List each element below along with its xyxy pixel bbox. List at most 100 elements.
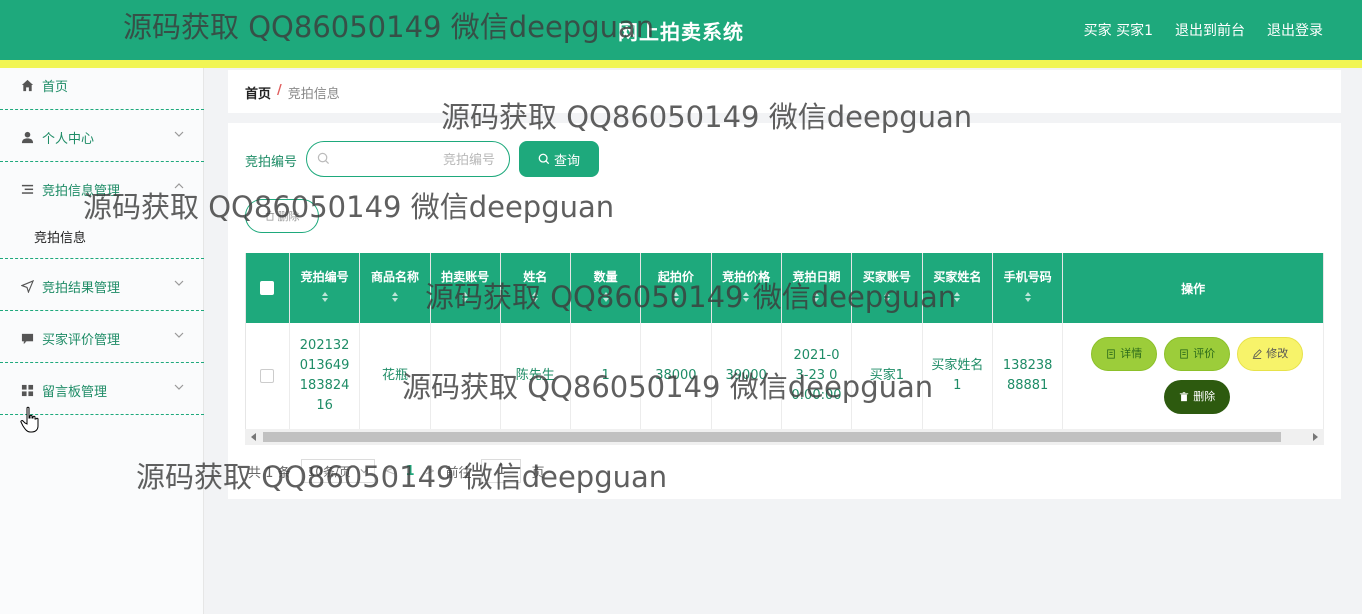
rate-button-label: 评价 [1193,347,1216,360]
header-links: 买家 买家1 退出到前台 退出登录 [1084,20,1323,40]
home-icon [20,78,34,92]
cell-bid-date: 2021-03-23 00:00:00 [781,323,853,429]
cell-seller-account [430,323,501,429]
row-checkbox[interactable] [260,368,275,383]
query-button[interactable]: 查询 [519,141,599,177]
breadcrumb-separator: / [277,83,282,98]
sidebar-item-home[interactable]: 首页 [0,65,204,105]
sort-icon[interactable] [461,291,469,303]
goto-label: 前往 [445,465,472,481]
sidebar-item-auction-info-mgmt[interactable]: 竞拍信息管理 [0,169,204,209]
search-icon [317,152,330,165]
header-stripe [0,60,1362,68]
chevron-down-icon [174,332,184,338]
sort-icon[interactable] [953,291,961,303]
sort-icon[interactable] [391,291,399,303]
goto-page-input[interactable]: 1 [481,459,522,483]
sort-icon[interactable] [672,291,680,303]
goto-suffix: 页 [531,465,545,481]
cell-buyer-name: 买家姓名1 [922,323,994,429]
column-header[interactable]: 竞拍日期 [781,253,853,323]
scroll-right-arrow[interactable] [1313,433,1318,441]
search-input[interactable] [335,148,495,170]
sidebar-item-personal-center[interactable]: 个人中心 [0,117,204,157]
column-header-actions: 操作 [1062,253,1324,323]
sidebar-item-buyer-review-mgmt[interactable]: 买家评价管理 [0,318,204,358]
sort-icon[interactable] [883,291,891,303]
sidebar-subitem-auction-info[interactable]: 竞拍信息 [34,227,86,246]
column-header[interactable]: 数量 [570,253,642,323]
breadcrumb-home[interactable]: 首页 [245,83,271,102]
sort-icon[interactable] [742,291,750,303]
cell-bid-price: 39000 [711,323,782,429]
pagination-total: 共 1 条 [248,465,291,481]
column-header[interactable]: 手机号码 [992,253,1064,323]
sort-icon[interactable] [531,291,539,303]
chevron-up-icon [174,183,184,189]
sort-icon[interactable] [1024,291,1032,303]
menu-divider [0,258,204,259]
trash-icon [1180,392,1189,402]
scroll-left-arrow[interactable] [251,433,256,441]
edit-button-label: 修改 [1266,347,1289,360]
column-header[interactable]: 竞拍价格 [711,253,782,323]
chevron-down-icon [174,280,184,286]
search-icon [538,153,550,165]
logout-link[interactable]: 退出登录 [1267,20,1323,40]
batch-delete-button[interactable]: 删除 [245,199,319,233]
detail-button[interactable]: 详情 [1091,337,1158,371]
sidebar-item-message-board-mgmt[interactable]: 留言板管理 [0,370,204,410]
cell-buyer-account: 买家1 [851,323,923,429]
column-header[interactable]: 姓名 [500,253,572,323]
scrollbar-thumb[interactable] [263,432,1281,442]
cell-start-price: 38000 [640,323,712,429]
comment-icon [20,331,34,345]
data-table: 竞拍编号 商品名称 拍卖账号 姓名 数量 起拍价 竞拍价格 竞拍日期 买家账号 … [245,253,1324,429]
prev-page-button[interactable]: < [385,464,396,479]
horizontal-scrollbar[interactable] [245,429,1324,445]
current-user-label[interactable]: 买家 买家1 [1084,20,1153,40]
cell-product-name: 花瓶 [359,323,431,429]
auction-table: 竞拍编号 商品名称 拍卖账号 姓名 数量 起拍价 竞拍价格 竞拍日期 买家账号 … [246,253,1324,429]
pagination: 共 1 条 10条/页 < 1 > 前往 1 页 [248,459,544,483]
sidebar-item-label: 竞拍结果管理 [42,280,121,296]
sidebar-item-auction-result-mgmt[interactable]: 竞拍结果管理 [0,266,204,306]
edit-button[interactable]: 修改 [1237,337,1304,371]
back-to-frontend-link[interactable]: 退出到前台 [1175,20,1245,40]
row-actions: 详情 评价 修改 删除 [1063,323,1323,429]
column-header[interactable]: 买家姓名 [922,253,994,323]
pencil-icon [1253,349,1263,359]
cell-quantity: 1 [570,323,642,429]
column-header[interactable]: 拍卖账号 [430,253,501,323]
sidebar-item-label: 个人中心 [42,131,95,147]
cell-auction-id: 20213201364918382416 [289,323,361,429]
column-header[interactable]: 起拍价 [640,253,712,323]
delete-button[interactable]: 删除 [1164,380,1231,414]
column-header[interactable]: 竞拍编号 [289,253,361,323]
hand-cursor-icon [20,406,39,433]
sidebar-item-label: 买家评价管理 [42,332,121,348]
sidebar-item-label: 竞拍信息管理 [42,183,121,199]
sort-icon[interactable] [321,291,329,303]
sort-icon[interactable] [602,291,610,303]
menu-divider [0,161,204,162]
user-icon [20,130,34,144]
sort-icon[interactable] [812,291,820,303]
sidebar: 首页 个人中心 竞拍信息管理 竞拍信息 竞拍结果管理 买家评价管理 留言板管理 [0,68,204,614]
document-icon [1180,349,1189,359]
select-all-checkbox[interactable] [260,281,275,296]
breadcrumb: 首页 / 竞拍信息 [245,83,340,102]
cell-actions: 详情 评价 修改 删除 [1062,323,1324,429]
menu-divider [0,109,204,110]
next-page-button[interactable]: > [425,464,436,479]
chevron-down-icon [360,469,368,474]
cell-name: 陈先生 [500,323,572,429]
column-header[interactable]: 商品名称 [359,253,431,323]
page-number[interactable]: 1 [406,464,415,479]
trash-icon [265,211,274,221]
page-size-select[interactable]: 10条/页 [300,459,375,483]
list-icon [20,182,34,196]
grid-icon [20,383,34,397]
column-header[interactable]: 买家账号 [851,253,923,323]
rate-button[interactable]: 评价 [1164,337,1231,371]
